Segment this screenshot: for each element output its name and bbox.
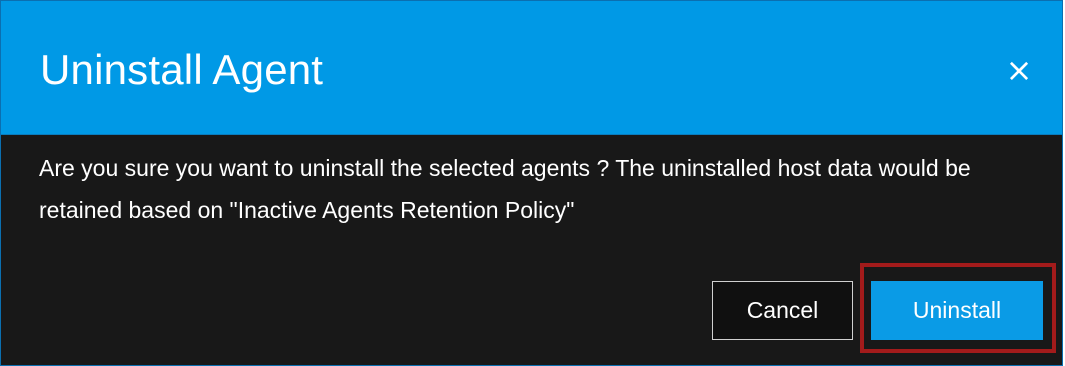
uninstall-agent-dialog: Uninstall Agent × Are you sure you want …: [0, 0, 1063, 366]
close-icon: ×: [1005, 51, 1033, 89]
uninstall-button-label: Uninstall: [912, 297, 1002, 323]
uninstall-button[interactable]: Uninstall: [871, 281, 1043, 340]
dialog-title: Uninstall Agent: [40, 46, 324, 93]
dialog-message: Are you sure you want to uninstall the s…: [39, 155, 971, 223]
close-button[interactable]: ×: [1002, 53, 1036, 87]
cancel-button[interactable]: Cancel: [712, 281, 853, 340]
dialog-header: Uninstall Agent ×: [1, 1, 1062, 135]
cancel-button-label: Cancel: [746, 297, 819, 323]
